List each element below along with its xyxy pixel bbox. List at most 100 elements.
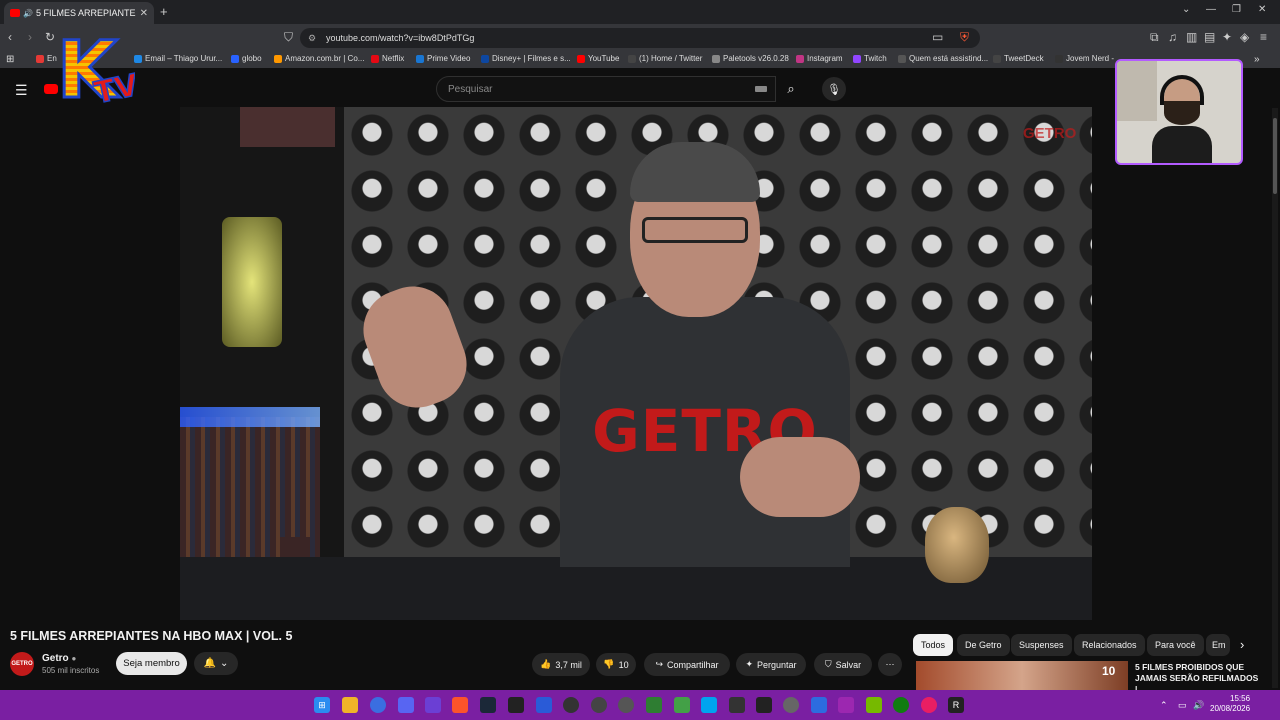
bookmark-item[interactable]: TweetDeck bbox=[993, 54, 1044, 63]
bookmark-item[interactable]: En bbox=[36, 54, 57, 63]
page-scrollbar[interactable] bbox=[1272, 108, 1278, 688]
channel-avatar[interactable]: GETRO bbox=[10, 652, 34, 676]
bookmark-item[interactable]: Email – Thiago Urur... bbox=[134, 54, 222, 63]
browser-tab[interactable]: 🔊 5 FILMES ARREPIANTES NA H ✕ bbox=[4, 2, 154, 24]
steam-icon[interactable] bbox=[480, 697, 496, 713]
search-icon[interactable]: ⌕ bbox=[776, 76, 806, 102]
leo-icon[interactable]: ✦ bbox=[1222, 30, 1232, 44]
tab-search-icon[interactable]: ⌄ bbox=[1182, 4, 1190, 15]
share-button[interactable]: ↪ Compartilhar bbox=[644, 653, 730, 676]
like-button[interactable]: 👍 3,7 mil bbox=[532, 653, 590, 676]
app-icon[interactable] bbox=[811, 697, 827, 713]
close-tab-icon[interactable]: ✕ bbox=[140, 8, 148, 19]
app-icon[interactable] bbox=[921, 697, 937, 713]
app-icon[interactable]: R bbox=[948, 697, 964, 713]
app-icon[interactable] bbox=[729, 697, 745, 713]
bookmark-item[interactable]: Prime Video bbox=[416, 54, 470, 63]
obs-icon[interactable] bbox=[508, 697, 524, 713]
save-button[interactable]: ⛉ Salvar bbox=[814, 653, 872, 676]
channel-name[interactable]: Getro ● bbox=[42, 653, 76, 664]
more-bookmarks-icon[interactable]: » bbox=[1254, 54, 1260, 65]
bookmark-item[interactable]: Twitch bbox=[853, 54, 887, 63]
forward-icon[interactable]: › bbox=[28, 30, 32, 44]
taskbar-clock[interactable]: 15:56 20/08/2026 bbox=[1210, 694, 1250, 714]
xbox-icon[interactable] bbox=[893, 697, 909, 713]
join-button[interactable]: Seja membro bbox=[116, 652, 187, 675]
start-icon[interactable]: ⊞ bbox=[314, 697, 330, 713]
site-info-icon[interactable]: ⚙ bbox=[308, 33, 316, 44]
bookmark-item[interactable]: Disney+ | Filmes e s... bbox=[481, 54, 571, 63]
bookmark-item[interactable]: Instagram bbox=[796, 54, 843, 63]
minimize-icon[interactable]: — bbox=[1206, 4, 1216, 15]
brave-icon[interactable] bbox=[452, 697, 468, 713]
chip-todos[interactable]: Todos bbox=[913, 634, 954, 656]
headphones-icon bbox=[1160, 75, 1204, 105]
keyboard-icon[interactable] bbox=[755, 86, 767, 92]
vpn-icon[interactable]: ◈ bbox=[1240, 30, 1249, 44]
search-input[interactable]: Pesquisar bbox=[436, 76, 776, 102]
menu-icon[interactable]: ≡ bbox=[1260, 30, 1267, 44]
bookmark-item[interactable]: Quem está assistind... bbox=[898, 54, 988, 63]
app-icon[interactable] bbox=[563, 697, 579, 713]
chevron-right-icon[interactable]: › bbox=[1240, 637, 1244, 652]
chevron-down-icon: ⌄ bbox=[220, 658, 229, 669]
recommended-thumbnail[interactable] bbox=[916, 661, 1128, 690]
app-icon[interactable] bbox=[838, 697, 854, 713]
more-actions-button[interactable]: ⋯ bbox=[878, 653, 902, 676]
address-bar[interactable]: ⚙ youtube.com/watch?v=ibw8DtPdTGg bbox=[300, 28, 980, 48]
bookmark-item[interactable]: globo bbox=[231, 54, 262, 63]
app-icon[interactable] bbox=[536, 697, 552, 713]
discord-icon[interactable] bbox=[398, 697, 414, 713]
network-icon[interactable]: ▭ bbox=[1178, 700, 1187, 711]
brave-shield-icon[interactable]: ⛨ bbox=[960, 30, 969, 45]
cast-icon[interactable]: ▭ bbox=[932, 30, 943, 44]
nvidia-icon[interactable] bbox=[866, 697, 882, 713]
reload-icon[interactable]: ↻ bbox=[45, 30, 55, 44]
microphone-icon[interactable]: 🎙 bbox=[822, 77, 846, 101]
ask-button[interactable]: ✦ Perguntar bbox=[736, 653, 806, 676]
app-icon[interactable] bbox=[591, 697, 607, 713]
bookmark-page-icon[interactable]: ⛉ bbox=[284, 30, 293, 45]
file-explorer-icon[interactable] bbox=[342, 697, 358, 713]
app-icon[interactable] bbox=[756, 697, 772, 713]
maximize-icon[interactable]: ❐ bbox=[1232, 4, 1241, 15]
app-icon[interactable] bbox=[425, 697, 441, 713]
dislike-button[interactable]: 👎 10 bbox=[596, 653, 636, 676]
bookmark-item[interactable]: Paletools v26.0.28 bbox=[712, 54, 789, 63]
sidebar-icon[interactable]: ▥ bbox=[1186, 30, 1197, 44]
save-icon: ⛉ bbox=[824, 659, 832, 669]
extension-icon[interactable]: ⧉ bbox=[1150, 30, 1159, 45]
youtube-logo-icon[interactable] bbox=[44, 84, 58, 94]
browser-icon[interactable] bbox=[370, 697, 386, 713]
new-tab-icon[interactable]: + bbox=[160, 4, 168, 19]
bookmark-favicon-icon bbox=[628, 54, 636, 63]
bookmark-item[interactable]: Amazon.com.br | Co... bbox=[274, 54, 364, 63]
app-icon[interactable] bbox=[783, 697, 799, 713]
chip-de-getro[interactable]: De Getro bbox=[957, 634, 1010, 656]
app-icon[interactable] bbox=[674, 697, 690, 713]
apps-grid-icon[interactable]: ⊞ bbox=[6, 54, 14, 65]
chip-em[interactable]: Em bbox=[1206, 634, 1230, 656]
chip-para-voce[interactable]: Para você bbox=[1147, 634, 1204, 656]
hamburger-menu-icon[interactable]: ☰ bbox=[15, 82, 28, 99]
speaker-icon[interactable]: 🔊 bbox=[23, 9, 33, 18]
bookmark-item[interactable]: Jovem Nerd - bbox=[1055, 54, 1114, 63]
wallet-icon[interactable]: ▤ bbox=[1204, 30, 1215, 44]
volume-icon[interactable]: 🔊 bbox=[1193, 700, 1204, 711]
chip-suspenses[interactable]: Suspenses bbox=[1011, 634, 1072, 656]
app-icon[interactable] bbox=[701, 697, 717, 713]
scrollbar-thumb[interactable] bbox=[1273, 118, 1277, 194]
app-icon[interactable] bbox=[646, 697, 662, 713]
music-icon[interactable]: ♫ bbox=[1168, 30, 1177, 44]
back-icon[interactable]: ‹ bbox=[8, 30, 12, 44]
presenter-right-hand bbox=[740, 437, 860, 517]
app-icon[interactable] bbox=[618, 697, 634, 713]
notifications-button[interactable]: 🔔 ⌄ bbox=[194, 652, 238, 675]
close-window-icon[interactable]: ✕ bbox=[1258, 4, 1266, 15]
video-player[interactable]: GETRO GETRO bbox=[180, 107, 1092, 620]
bookmark-item[interactable]: (1) Home / Twitter bbox=[628, 54, 702, 63]
bookmark-item[interactable]: Netflix bbox=[371, 54, 404, 63]
chip-relacionados[interactable]: Relacionados bbox=[1074, 634, 1145, 656]
tray-chevron-icon[interactable]: ⌃ bbox=[1160, 700, 1168, 711]
bookmark-item[interactable]: YouTube bbox=[577, 54, 619, 63]
